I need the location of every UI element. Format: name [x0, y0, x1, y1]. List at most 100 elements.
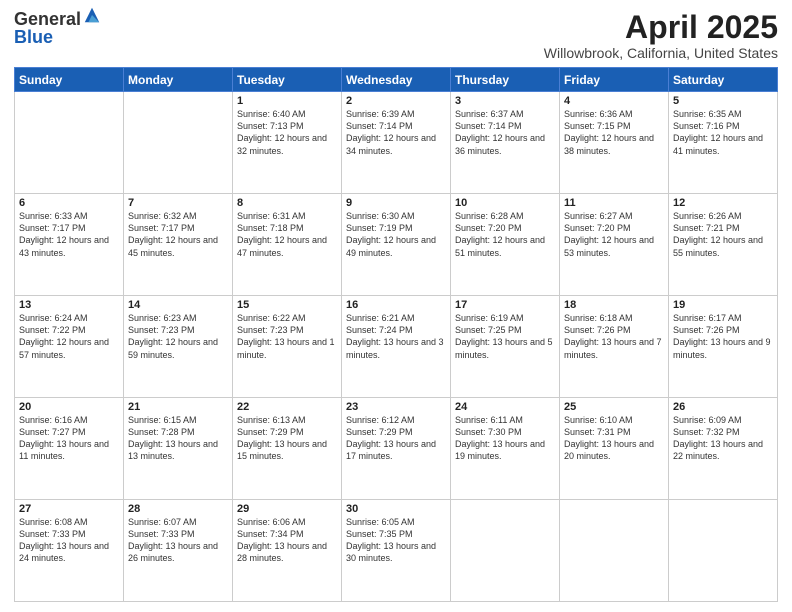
weekday-header-saturday: Saturday: [669, 68, 778, 92]
day-info: Sunrise: 6:28 AM Sunset: 7:20 PM Dayligh…: [455, 210, 555, 259]
calendar-cell: 1Sunrise: 6:40 AM Sunset: 7:13 PM Daylig…: [233, 92, 342, 194]
day-info: Sunrise: 6:22 AM Sunset: 7:23 PM Dayligh…: [237, 312, 337, 361]
calendar-week-row-1: 1Sunrise: 6:40 AM Sunset: 7:13 PM Daylig…: [15, 92, 778, 194]
day-number: 6: [19, 197, 119, 209]
calendar-cell: [451, 500, 560, 602]
day-info: Sunrise: 6:33 AM Sunset: 7:17 PM Dayligh…: [19, 210, 119, 259]
day-info: Sunrise: 6:39 AM Sunset: 7:14 PM Dayligh…: [346, 108, 446, 157]
day-number: 23: [346, 401, 446, 413]
day-number: 12: [673, 197, 773, 209]
calendar-cell: 26Sunrise: 6:09 AM Sunset: 7:32 PM Dayli…: [669, 398, 778, 500]
calendar-week-row-3: 13Sunrise: 6:24 AM Sunset: 7:22 PM Dayli…: [15, 296, 778, 398]
day-number: 27: [19, 503, 119, 515]
calendar-week-row-5: 27Sunrise: 6:08 AM Sunset: 7:33 PM Dayli…: [15, 500, 778, 602]
weekday-header-row: SundayMondayTuesdayWednesdayThursdayFrid…: [15, 68, 778, 92]
day-info: Sunrise: 6:18 AM Sunset: 7:26 PM Dayligh…: [564, 312, 664, 361]
day-info: Sunrise: 6:31 AM Sunset: 7:18 PM Dayligh…: [237, 210, 337, 259]
calendar-cell: [669, 500, 778, 602]
day-number: 30: [346, 503, 446, 515]
month-title: April 2025: [544, 10, 778, 45]
day-info: Sunrise: 6:13 AM Sunset: 7:29 PM Dayligh…: [237, 414, 337, 463]
logo-blue-text: Blue: [14, 28, 81, 46]
day-number: 5: [673, 95, 773, 107]
calendar-cell: 21Sunrise: 6:15 AM Sunset: 7:28 PM Dayli…: [124, 398, 233, 500]
day-number: 13: [19, 299, 119, 311]
day-number: 16: [346, 299, 446, 311]
calendar-cell: 4Sunrise: 6:36 AM Sunset: 7:15 PM Daylig…: [560, 92, 669, 194]
day-number: 9: [346, 197, 446, 209]
calendar-cell: 3Sunrise: 6:37 AM Sunset: 7:14 PM Daylig…: [451, 92, 560, 194]
day-info: Sunrise: 6:05 AM Sunset: 7:35 PM Dayligh…: [346, 516, 446, 565]
calendar-cell: [560, 500, 669, 602]
day-number: 7: [128, 197, 228, 209]
day-info: Sunrise: 6:07 AM Sunset: 7:33 PM Dayligh…: [128, 516, 228, 565]
calendar-cell: 15Sunrise: 6:22 AM Sunset: 7:23 PM Dayli…: [233, 296, 342, 398]
calendar-cell: 12Sunrise: 6:26 AM Sunset: 7:21 PM Dayli…: [669, 194, 778, 296]
day-info: Sunrise: 6:23 AM Sunset: 7:23 PM Dayligh…: [128, 312, 228, 361]
day-number: 20: [19, 401, 119, 413]
subtitle: Willowbrook, California, United States: [544, 45, 778, 61]
day-number: 28: [128, 503, 228, 515]
day-number: 26: [673, 401, 773, 413]
calendar-cell: 17Sunrise: 6:19 AM Sunset: 7:25 PM Dayli…: [451, 296, 560, 398]
calendar-cell: [124, 92, 233, 194]
calendar-cell: 29Sunrise: 6:06 AM Sunset: 7:34 PM Dayli…: [233, 500, 342, 602]
day-number: 29: [237, 503, 337, 515]
day-info: Sunrise: 6:32 AM Sunset: 7:17 PM Dayligh…: [128, 210, 228, 259]
calendar-cell: 7Sunrise: 6:32 AM Sunset: 7:17 PM Daylig…: [124, 194, 233, 296]
calendar-cell: 20Sunrise: 6:16 AM Sunset: 7:27 PM Dayli…: [15, 398, 124, 500]
day-info: Sunrise: 6:10 AM Sunset: 7:31 PM Dayligh…: [564, 414, 664, 463]
calendar-cell: 16Sunrise: 6:21 AM Sunset: 7:24 PM Dayli…: [342, 296, 451, 398]
day-number: 4: [564, 95, 664, 107]
calendar-cell: 11Sunrise: 6:27 AM Sunset: 7:20 PM Dayli…: [560, 194, 669, 296]
calendar-cell: 14Sunrise: 6:23 AM Sunset: 7:23 PM Dayli…: [124, 296, 233, 398]
calendar-table: SundayMondayTuesdayWednesdayThursdayFrid…: [14, 67, 778, 602]
day-info: Sunrise: 6:19 AM Sunset: 7:25 PM Dayligh…: [455, 312, 555, 361]
day-info: Sunrise: 6:35 AM Sunset: 7:16 PM Dayligh…: [673, 108, 773, 157]
weekday-header-monday: Monday: [124, 68, 233, 92]
day-info: Sunrise: 6:21 AM Sunset: 7:24 PM Dayligh…: [346, 312, 446, 361]
calendar-cell: 10Sunrise: 6:28 AM Sunset: 7:20 PM Dayli…: [451, 194, 560, 296]
day-number: 18: [564, 299, 664, 311]
logo: General Blue: [14, 10, 101, 46]
weekday-header-wednesday: Wednesday: [342, 68, 451, 92]
day-number: 10: [455, 197, 555, 209]
calendar-cell: 9Sunrise: 6:30 AM Sunset: 7:19 PM Daylig…: [342, 194, 451, 296]
calendar-cell: [15, 92, 124, 194]
day-number: 19: [673, 299, 773, 311]
calendar-cell: 6Sunrise: 6:33 AM Sunset: 7:17 PM Daylig…: [15, 194, 124, 296]
logo-general-text: General: [14, 10, 81, 28]
calendar-cell: 18Sunrise: 6:18 AM Sunset: 7:26 PM Dayli…: [560, 296, 669, 398]
calendar-cell: 19Sunrise: 6:17 AM Sunset: 7:26 PM Dayli…: [669, 296, 778, 398]
calendar-cell: 25Sunrise: 6:10 AM Sunset: 7:31 PM Dayli…: [560, 398, 669, 500]
calendar-week-row-4: 20Sunrise: 6:16 AM Sunset: 7:27 PM Dayli…: [15, 398, 778, 500]
day-number: 2: [346, 95, 446, 107]
day-info: Sunrise: 6:15 AM Sunset: 7:28 PM Dayligh…: [128, 414, 228, 463]
day-number: 3: [455, 95, 555, 107]
day-number: 17: [455, 299, 555, 311]
day-number: 14: [128, 299, 228, 311]
day-info: Sunrise: 6:16 AM Sunset: 7:27 PM Dayligh…: [19, 414, 119, 463]
calendar-cell: 13Sunrise: 6:24 AM Sunset: 7:22 PM Dayli…: [15, 296, 124, 398]
day-number: 8: [237, 197, 337, 209]
calendar-cell: 24Sunrise: 6:11 AM Sunset: 7:30 PM Dayli…: [451, 398, 560, 500]
calendar-cell: 22Sunrise: 6:13 AM Sunset: 7:29 PM Dayli…: [233, 398, 342, 500]
weekday-header-tuesday: Tuesday: [233, 68, 342, 92]
day-number: 1: [237, 95, 337, 107]
calendar-cell: 23Sunrise: 6:12 AM Sunset: 7:29 PM Dayli…: [342, 398, 451, 500]
calendar-cell: 8Sunrise: 6:31 AM Sunset: 7:18 PM Daylig…: [233, 194, 342, 296]
day-number: 21: [128, 401, 228, 413]
day-info: Sunrise: 6:11 AM Sunset: 7:30 PM Dayligh…: [455, 414, 555, 463]
day-info: Sunrise: 6:30 AM Sunset: 7:19 PM Dayligh…: [346, 210, 446, 259]
weekday-header-sunday: Sunday: [15, 68, 124, 92]
logo-icon: [83, 6, 101, 24]
calendar-cell: 30Sunrise: 6:05 AM Sunset: 7:35 PM Dayli…: [342, 500, 451, 602]
calendar-cell: 5Sunrise: 6:35 AM Sunset: 7:16 PM Daylig…: [669, 92, 778, 194]
day-number: 11: [564, 197, 664, 209]
day-info: Sunrise: 6:09 AM Sunset: 7:32 PM Dayligh…: [673, 414, 773, 463]
calendar-week-row-2: 6Sunrise: 6:33 AM Sunset: 7:17 PM Daylig…: [15, 194, 778, 296]
calendar-cell: 27Sunrise: 6:08 AM Sunset: 7:33 PM Dayli…: [15, 500, 124, 602]
day-number: 24: [455, 401, 555, 413]
day-number: 25: [564, 401, 664, 413]
header: General Blue April 2025 Willowbrook, Cal…: [14, 10, 778, 61]
